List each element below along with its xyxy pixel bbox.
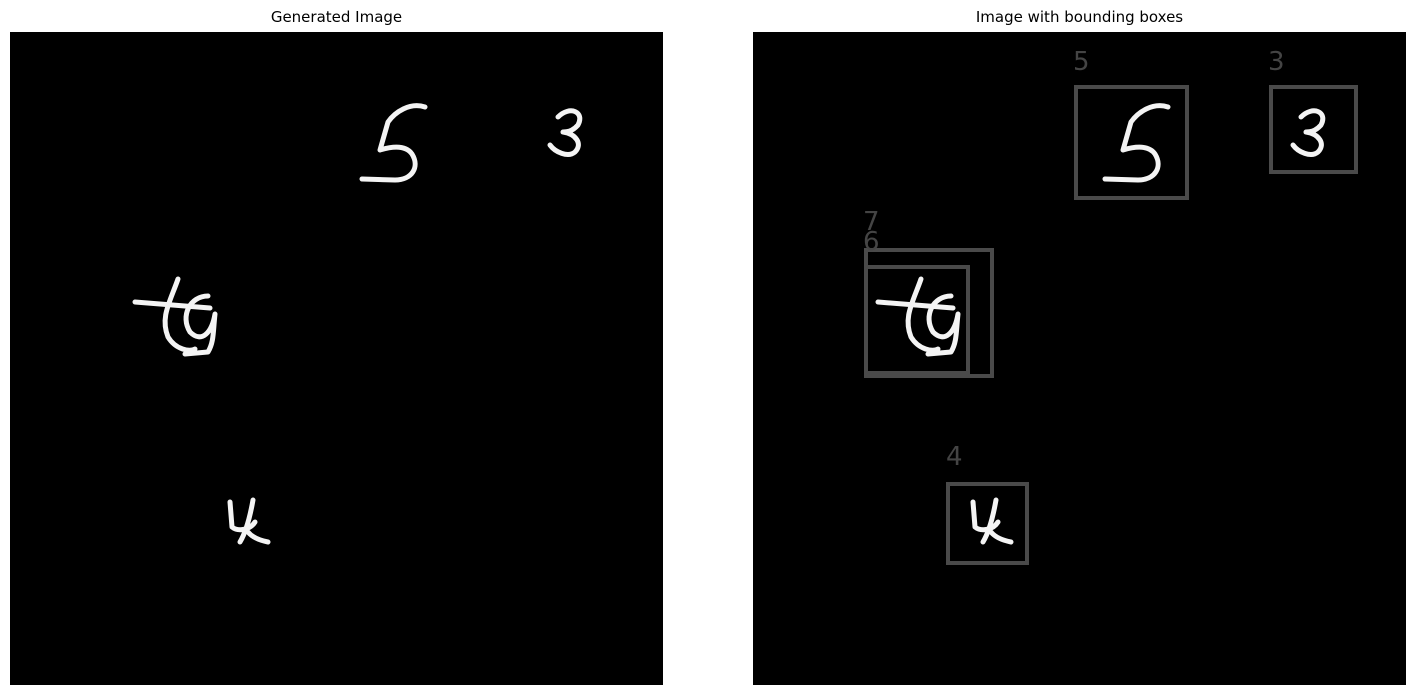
right-panel-title: Image with bounding boxes	[975, 8, 1184, 26]
digit-5-glyph	[1102, 103, 1171, 183]
digit-4-glyph	[227, 497, 271, 545]
bounding-box-4	[946, 482, 1029, 565]
bounding-box-label-3: 3	[1268, 47, 1285, 77]
left-panel-title: Generated Image	[270, 8, 403, 26]
digit-7-6-glyph	[132, 276, 218, 357]
bounding-box-image-panel: 5 3 7 6 4	[753, 32, 1406, 685]
generated-image-canvas	[132, 103, 583, 545]
bounding-box-canvas: 5 3 7 6 4	[863, 47, 1358, 565]
generated-image-panel	[10, 32, 663, 685]
bounding-box-label-6: 6	[863, 227, 880, 257]
digit-3-glyph	[547, 108, 583, 157]
digit-3-glyph	[1290, 108, 1326, 157]
bounding-box-label-5: 5	[1073, 47, 1090, 77]
digit-5-glyph	[359, 103, 428, 183]
digit-4-glyph	[970, 497, 1014, 545]
digit-7-6-glyph	[875, 276, 961, 357]
bounding-box-label-4: 4	[946, 442, 963, 472]
